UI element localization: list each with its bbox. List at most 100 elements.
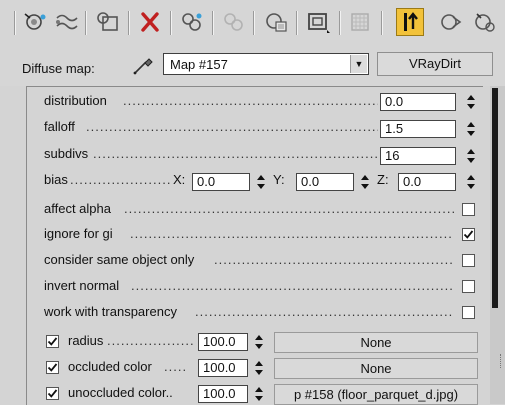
show-end-result-button[interactable] [346,9,374,35]
bias-x-label: X: [173,172,186,187]
diffuse-map-label: Diffuse map: [22,61,95,76]
param-affect-alpha: affect alpha ...........................… [44,199,484,221]
falloff-spinner[interactable] [465,120,477,138]
put-to-library-icon [56,14,78,30]
unoccluded-color-map-button[interactable]: p #158 (floor_parquet_d.jpg) [274,384,478,405]
map-type-button[interactable]: VRayDirt [377,52,493,76]
param-consider-same-object-only: consider same object only ..............… [44,250,484,272]
pick-material-icon [475,13,495,32]
show-in-viewport-button[interactable] [304,9,332,35]
work-with-transparency-label: work with transparency [44,304,177,319]
consider-same-object-only-label: consider same object only [44,252,195,267]
scrollbar-thumb[interactable] [492,88,498,308]
show-in-viewport-icon [308,13,330,33]
occluded-color-label: occluded color [68,359,152,374]
occluded-color-map-button[interactable]: None [274,358,478,379]
scrollbar-grip [500,354,504,368]
toolbar-separator [339,11,341,35]
radius-amount-input[interactable]: 100.0 [198,333,248,351]
eyedropper-button[interactable] [131,54,157,76]
show-end-result-icon [351,13,369,31]
toolbar-separator [128,11,130,35]
param-falloff: falloff ................................… [44,117,484,139]
map-name-value: Map #157 [170,57,228,72]
param-bias: bias ........................... X: 0.0 … [44,170,484,192]
go-to-parent-icon [404,12,418,31]
toolbar-separator [381,11,383,35]
material-editor-toolbar [0,0,505,47]
falloff-input[interactable]: 1.5 [380,120,456,138]
put-to-library-button[interactable] [220,9,248,35]
bias-z-spinner[interactable] [465,173,477,191]
subdivs-input[interactable]: 16 [380,147,456,165]
reset-map-button[interactable] [136,9,164,35]
toolbar-separator [14,11,16,35]
make-unique-button[interactable] [178,9,206,35]
radius-amount-spinner[interactable] [253,333,265,351]
affect-alpha-checkbox[interactable] [462,203,475,216]
bias-y-input[interactable]: 0.0 [296,173,354,191]
bias-x-spinner[interactable] [255,173,267,191]
radius-checkbox[interactable] [46,335,59,348]
checkmark-icon [47,389,58,398]
material-effects-channel-button[interactable] [262,9,290,35]
subdivs-label: subdivs [44,146,89,161]
param-invert-normal: invert normal ..........................… [44,276,484,298]
material-effects-channel-icon [266,13,287,32]
unoccluded-color-checkbox[interactable] [46,387,59,400]
falloff-label: falloff [44,119,75,134]
occluded-color-checkbox[interactable] [46,361,59,374]
param-distribution: distribution ...........................… [44,91,484,113]
distribution-label: distribution [44,93,107,108]
delete-icon [141,12,159,32]
rollout-scrollbar[interactable] [490,86,505,404]
checkmark-icon [47,337,58,346]
bias-z-label: Z: [377,172,389,187]
put-material-button[interactable] [52,9,80,35]
go-forward-sibling-button[interactable] [437,9,465,35]
occluded-color-amount-input[interactable]: 100.0 [198,359,248,377]
subdivs-spinner[interactable] [465,147,477,165]
get-material-button[interactable] [22,9,50,35]
occluded-color-amount-spinner[interactable] [253,359,265,377]
toolbar-separator [212,11,214,35]
distribution-spinner[interactable] [465,93,477,111]
chevron-down-icon[interactable]: ▼ [350,55,367,73]
toolbar-separator [253,11,255,35]
ignore-for-gi-checkbox[interactable] [462,228,475,241]
consider-same-object-only-checkbox[interactable] [462,254,475,267]
param-ignore-for-gi: ignore for gi ..........................… [44,224,484,246]
unoccluded-color-amount-input[interactable]: 100.0 [198,385,248,403]
put-to-library-disabled-icon [224,13,243,31]
unoccluded-color-label: unoccluded color.. [68,385,173,400]
toolbar-separator [296,11,298,35]
distribution-input[interactable]: 0.0 [380,93,456,111]
invert-normal-label: invert normal [44,278,120,293]
affect-alpha-label: affect alpha [44,201,111,216]
pick-material-button[interactable] [471,9,499,35]
go-to-parent-button[interactable] [396,8,424,36]
param-radius: radius ....................... 100.0 Non… [44,331,484,353]
radius-label: radius [68,333,104,348]
work-with-transparency-checkbox[interactable] [462,306,475,319]
bias-y-label: Y: [273,172,285,187]
ignore-for-gi-label: ignore for gi [44,226,113,241]
make-unique-icon [182,13,202,31]
toolbar-separator [170,11,172,35]
param-unoccluded-color: unoccluded color.. 100.0 p #158 (floor_p… [44,383,484,405]
assign-material-icon [97,12,118,31]
bias-x-input[interactable]: 0.0 [192,173,250,191]
bias-y-spinner[interactable] [359,173,371,191]
param-subdivs: subdivs ................................… [44,144,484,166]
eyedropper-icon [133,58,153,75]
checkmark-icon [47,363,58,372]
radius-map-button[interactable]: None [274,332,478,353]
assign-material-button[interactable] [94,9,122,35]
unoccluded-color-amount-spinner[interactable] [253,385,265,403]
map-name-dropdown[interactable]: Map #157 ▼ [163,53,369,75]
invert-normal-checkbox[interactable] [462,280,475,293]
bias-z-input[interactable]: 0.0 [398,173,456,191]
go-forward-sibling-icon [441,14,462,30]
checkmark-icon [463,230,474,239]
param-occluded-color: occluded color ..... 100.0 None [44,357,484,379]
